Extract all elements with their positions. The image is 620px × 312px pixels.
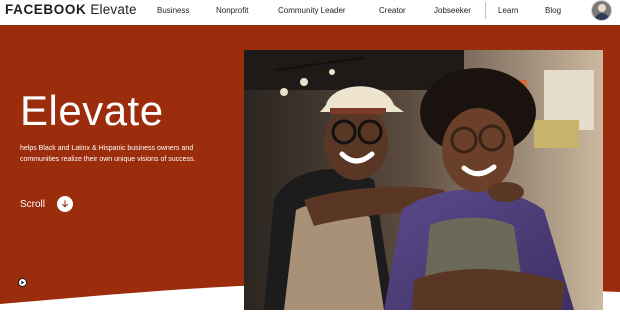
nav-divider	[485, 2, 486, 19]
arrow-down-circle-icon	[57, 196, 74, 212]
user-avatar[interactable]	[591, 0, 612, 21]
hero-subtitle: helps Black and Latinx & Hispanic busine…	[20, 145, 196, 163]
nav-item-creator[interactable]: Creator	[379, 6, 406, 15]
nav-item-learn[interactable]: Learn	[498, 6, 518, 15]
nav-item-blog[interactable]: Blog	[545, 6, 561, 15]
nav-item-community-leader[interactable]: Community Leader	[278, 6, 346, 15]
nav-item-business[interactable]: Business	[157, 6, 189, 15]
avatar-head	[598, 4, 606, 12]
play-button[interactable]	[18, 278, 27, 287]
hero-title: Elevate	[20, 87, 164, 134]
avatar-body	[595, 13, 609, 20]
hero-photo-illustration	[244, 50, 603, 310]
nav-item-jobseeker[interactable]: Jobseeker	[434, 6, 471, 15]
play-icon	[21, 280, 25, 285]
scroll-label: Scroll	[20, 198, 46, 210]
logo-product: Elevate	[90, 2, 137, 17]
scroll-button[interactable]: Scroll	[20, 194, 74, 214]
facebook-elevate-logo[interactable]: FACEBOOK Elevate	[5, 2, 137, 17]
logo-brand: FACEBOOK	[5, 2, 87, 17]
nav-item-nonprofit[interactable]: Nonprofit	[216, 6, 248, 15]
top-navigation-bar: FACEBOOK Elevate Business Nonprofit Commu…	[0, 0, 620, 24]
hero-photo-two-smiling-business-owners	[244, 50, 603, 310]
